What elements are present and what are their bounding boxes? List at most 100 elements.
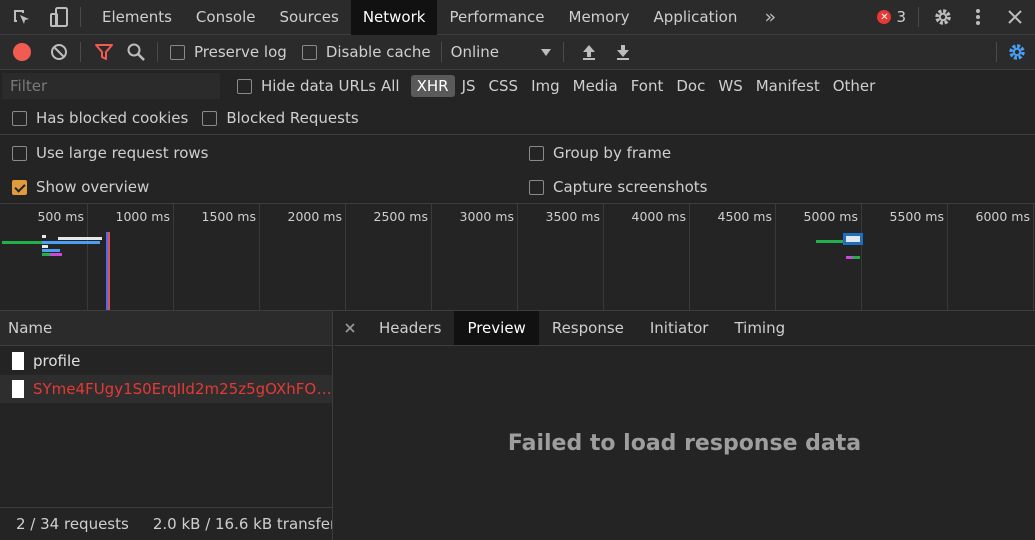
device-toolbar-icon[interactable] — [42, 0, 76, 35]
tab-network[interactable]: Network — [350, 0, 438, 35]
detail-tab-preview[interactable]: Preview — [454, 311, 539, 345]
filter-type-font[interactable]: Font — [625, 75, 670, 97]
download-icon[interactable] — [606, 35, 640, 70]
filter-type-xhr[interactable]: XHR — [410, 75, 455, 97]
request-row[interactable]: profile — [0, 347, 332, 375]
toolbar-divider — [80, 7, 81, 27]
filter-type-other[interactable]: Other — [827, 75, 882, 97]
file-icon — [12, 380, 24, 398]
overview-tick-label: 5000 ms — [803, 209, 858, 224]
inspect-element-icon[interactable] — [0, 0, 42, 35]
close-details-icon[interactable] — [334, 311, 366, 345]
show-overview-checkbox[interactable]: Show overview — [12, 178, 149, 196]
disable-cache-box[interactable] — [301, 44, 317, 60]
tab-sources[interactable]: Sources — [267, 0, 350, 35]
overview-bar — [42, 245, 48, 248]
overview-tick-label: 1500 ms — [201, 209, 256, 224]
error-count: 3 — [896, 8, 906, 26]
overview-tick-label: 3500 ms — [545, 209, 600, 224]
overview-tick-label: 2000 ms — [287, 209, 342, 224]
filter-type-media[interactable]: Media — [567, 75, 624, 97]
network-settings-panel: Use large request rows Show overview Gro… — [0, 135, 1035, 203]
capture-screenshots-checkbox[interactable]: Capture screenshots — [529, 178, 707, 196]
detail-tab-timing[interactable]: Timing — [721, 311, 798, 345]
name-column-header[interactable]: Name — [0, 311, 332, 346]
search-icon[interactable] — [119, 35, 153, 70]
filter-icon[interactable] — [89, 35, 119, 70]
capture-screenshots-label: Capture screenshots — [553, 178, 708, 196]
toolbar-divider — [918, 7, 919, 27]
capture-screenshots-box[interactable] — [529, 179, 544, 195]
overview-tick-label: 4000 ms — [631, 209, 686, 224]
hide-data-urls-box[interactable] — [237, 78, 252, 94]
preview-pane: Failed to load response data — [334, 346, 1035, 540]
overview-bar — [846, 256, 860, 259]
filter-type-css[interactable]: CSS — [483, 75, 525, 97]
request-row[interactable]: SYme4FUgy1S0ErqIId2m25z5gOXhFO-... — [0, 375, 332, 403]
blocked-requests-label: Blocked Requests — [226, 109, 359, 127]
upload-icon[interactable] — [572, 35, 606, 70]
group-by-frame-checkbox[interactable]: Group by frame — [529, 144, 671, 162]
overview-bar — [42, 253, 62, 256]
hide-data-urls-label: Hide data URLs — [261, 77, 377, 95]
preserve-log-box[interactable] — [170, 44, 185, 60]
disable-cache-checkbox[interactable]: Disable cache — [301, 43, 431, 61]
tab-console[interactable]: Console — [184, 0, 268, 35]
request-count: 2 / 34 requests — [16, 515, 129, 533]
has-blocked-cookies-label: Has blocked cookies — [36, 109, 189, 127]
overview-tick-label: 500 ms — [37, 209, 84, 224]
filter-input[interactable] — [2, 73, 220, 99]
blocked-requests-box[interactable] — [202, 110, 218, 126]
filter-type-all[interactable]: All — [375, 75, 406, 97]
group-by-frame-label: Group by frame — [553, 144, 672, 162]
toolbar-divider — [996, 42, 997, 62]
overview-bar — [816, 240, 844, 243]
group-by-frame-box[interactable] — [529, 145, 544, 161]
has-blocked-cookies-box[interactable] — [12, 110, 27, 126]
error-badge-icon: ✕ — [877, 10, 892, 24]
clear-icon[interactable] — [44, 35, 74, 70]
overview-bar — [42, 249, 60, 252]
kebab-menu-icon[interactable] — [961, 0, 995, 35]
toolbar-divider — [440, 42, 442, 62]
overview-bar — [42, 241, 100, 244]
large-rows-checkbox[interactable]: Use large request rows — [12, 144, 208, 162]
overview-tick-label: 6000 ms — [975, 209, 1030, 224]
filter-type-manifest[interactable]: Manifest — [750, 75, 826, 97]
throttling-select[interactable]: Online — [451, 43, 551, 61]
overview-bar — [2, 241, 42, 244]
network-settings-gear-icon[interactable] — [999, 35, 1035, 70]
filter-type-js[interactable]: JS — [456, 75, 482, 97]
request-detail-tabs: Headers Preview Response Initiator Timing — [334, 311, 1035, 346]
tab-performance[interactable]: Performance — [437, 0, 556, 35]
detail-tab-headers[interactable]: Headers — [366, 311, 454, 345]
record-icon[interactable] — [0, 35, 44, 70]
filter-type-ws[interactable]: WS — [712, 75, 748, 97]
panel-tabs: Elements Console Sources Network Performance… — [90, 0, 749, 35]
filter-type-img[interactable]: Img — [525, 75, 566, 97]
tab-elements[interactable]: Elements — [90, 0, 184, 35]
name-column-label: Name — [8, 319, 53, 337]
detail-tab-response[interactable]: Response — [539, 311, 637, 345]
filter-type-doc[interactable]: Doc — [670, 75, 711, 97]
settings-gear-icon[interactable] — [925, 0, 961, 35]
large-rows-box[interactable] — [12, 145, 27, 161]
blocked-filter-bar: Has blocked cookies Blocked Requests — [0, 102, 1035, 134]
error-badge[interactable]: ✕ 3 — [871, 0, 912, 35]
toolbar-divider — [157, 42, 158, 62]
hide-data-urls-checkbox[interactable]: Hide data URLs — [237, 77, 376, 95]
show-overview-box[interactable] — [12, 179, 27, 195]
tab-memory[interactable]: Memory — [557, 0, 642, 35]
overview-tick-label: 4500 ms — [717, 209, 772, 224]
detail-tab-initiator[interactable]: Initiator — [637, 311, 722, 345]
has-blocked-cookies-checkbox[interactable]: Has blocked cookies — [12, 109, 188, 127]
status-bar: 2 / 34 requests 2.0 kB / 16.6 kB transfe… — [0, 507, 332, 540]
blocked-requests-checkbox[interactable]: Blocked Requests — [202, 109, 359, 127]
network-overview[interactable]: 500 ms 1000 ms 1500 ms 2000 ms 2500 ms 3000 m… — [0, 203, 1035, 311]
close-icon[interactable] — [995, 0, 1035, 35]
request-list: Name profile SYme4FUgy1S0ErqIId2m25z5gOXh… — [0, 311, 333, 540]
devtools-tab-bar: Elements Console Sources Network Performance… — [0, 0, 1035, 35]
tab-application[interactable]: Application — [642, 0, 750, 35]
preserve-log-checkbox[interactable]: Preserve log — [170, 43, 287, 61]
double-chevron-right-icon[interactable]: » — [755, 0, 785, 35]
